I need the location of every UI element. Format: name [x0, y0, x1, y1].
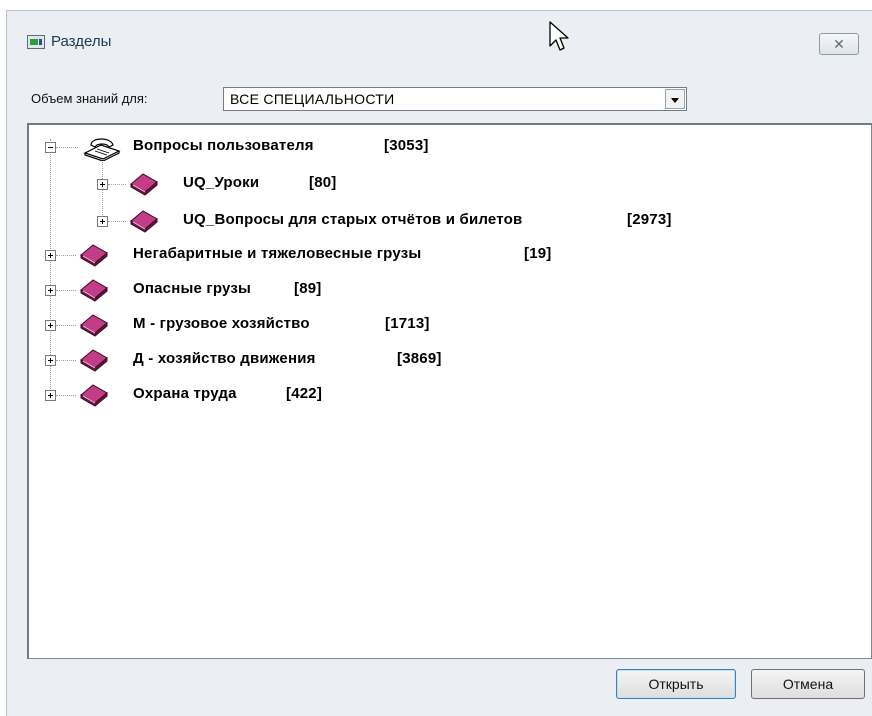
- tree-node-label: UQ_Вопросы для старых отчётов и билетов: [183, 211, 523, 228]
- scope-selected-value: ВСЕ СПЕЦИАЛЬНОСТИ: [230, 91, 395, 107]
- tree-node-label: М - грузовое хозяйство: [133, 315, 310, 332]
- tree-node-label: UQ_Уроки: [183, 174, 260, 191]
- tree-node-label: Негабаритные и тяжеловесные грузы: [133, 245, 422, 262]
- tree-node-count: [80]: [309, 174, 337, 191]
- book-icon: [80, 279, 108, 302]
- mouse-cursor-icon: [549, 21, 569, 51]
- collapse-toggle-icon[interactable]: [45, 142, 56, 153]
- tree-node-count: [89]: [294, 280, 322, 297]
- close-button[interactable]: ✕: [819, 33, 859, 55]
- sections-dialog: Разделы ✕ Объем знаний для: ВСЕ СПЕЦИАЛЬ…: [6, 10, 872, 716]
- book-icon: [80, 384, 108, 407]
- tree-connector: [108, 221, 126, 222]
- tree-node-label: Опасные грузы: [133, 280, 252, 297]
- tree-node-label: Вопросы пользователя: [133, 137, 314, 154]
- tree-connector: [108, 184, 126, 185]
- tree-node-count: [422]: [286, 385, 323, 402]
- scope-select[interactable]: ВСЕ СПЕЦИАЛЬНОСТИ: [223, 87, 687, 111]
- book-icon: [80, 314, 108, 337]
- book-icon: [80, 244, 108, 267]
- tree-connector: [56, 360, 76, 361]
- book-icon: [80, 349, 108, 372]
- expand-toggle-icon[interactable]: [45, 250, 56, 261]
- tree-node-count: [19]: [524, 245, 552, 262]
- tree-connector: [56, 147, 78, 148]
- scope-label: Объем знаний для:: [31, 91, 148, 106]
- tree-node-count: [3869]: [397, 350, 442, 367]
- window-title: Разделы: [51, 33, 112, 50]
- expand-toggle-icon[interactable]: [97, 179, 108, 190]
- book-icon: [130, 210, 158, 233]
- tree-node-count: [2973]: [627, 211, 672, 228]
- expand-toggle-icon[interactable]: [45, 390, 56, 401]
- tree-connector: [56, 255, 76, 256]
- title-bar[interactable]: Разделы ✕: [7, 11, 872, 69]
- expand-toggle-icon[interactable]: [45, 320, 56, 331]
- tree-node-count: [1713]: [385, 315, 430, 332]
- expand-toggle-icon[interactable]: [45, 355, 56, 366]
- book-icon: [130, 173, 158, 196]
- tree-node-label: Д - хозяйство движения: [133, 350, 316, 367]
- tree-node-label: Охрана труда: [133, 385, 237, 402]
- tree-connector: [56, 395, 76, 396]
- tree-connector: [56, 325, 76, 326]
- sections-tree[interactable]: Вопросы пользователя [3053] UQ_Уроки [80…: [27, 123, 872, 659]
- telephone-icon: [83, 138, 121, 161]
- app-window-icon: [27, 35, 45, 49]
- tree-node-count: [3053]: [384, 137, 429, 154]
- open-button[interactable]: Открыть: [616, 669, 736, 699]
- tree-connector: [56, 290, 76, 291]
- expand-toggle-icon[interactable]: [97, 216, 108, 227]
- expand-toggle-icon[interactable]: [45, 285, 56, 296]
- cancel-button[interactable]: Отмена: [751, 669, 865, 699]
- dropdown-arrow-icon[interactable]: [665, 89, 685, 109]
